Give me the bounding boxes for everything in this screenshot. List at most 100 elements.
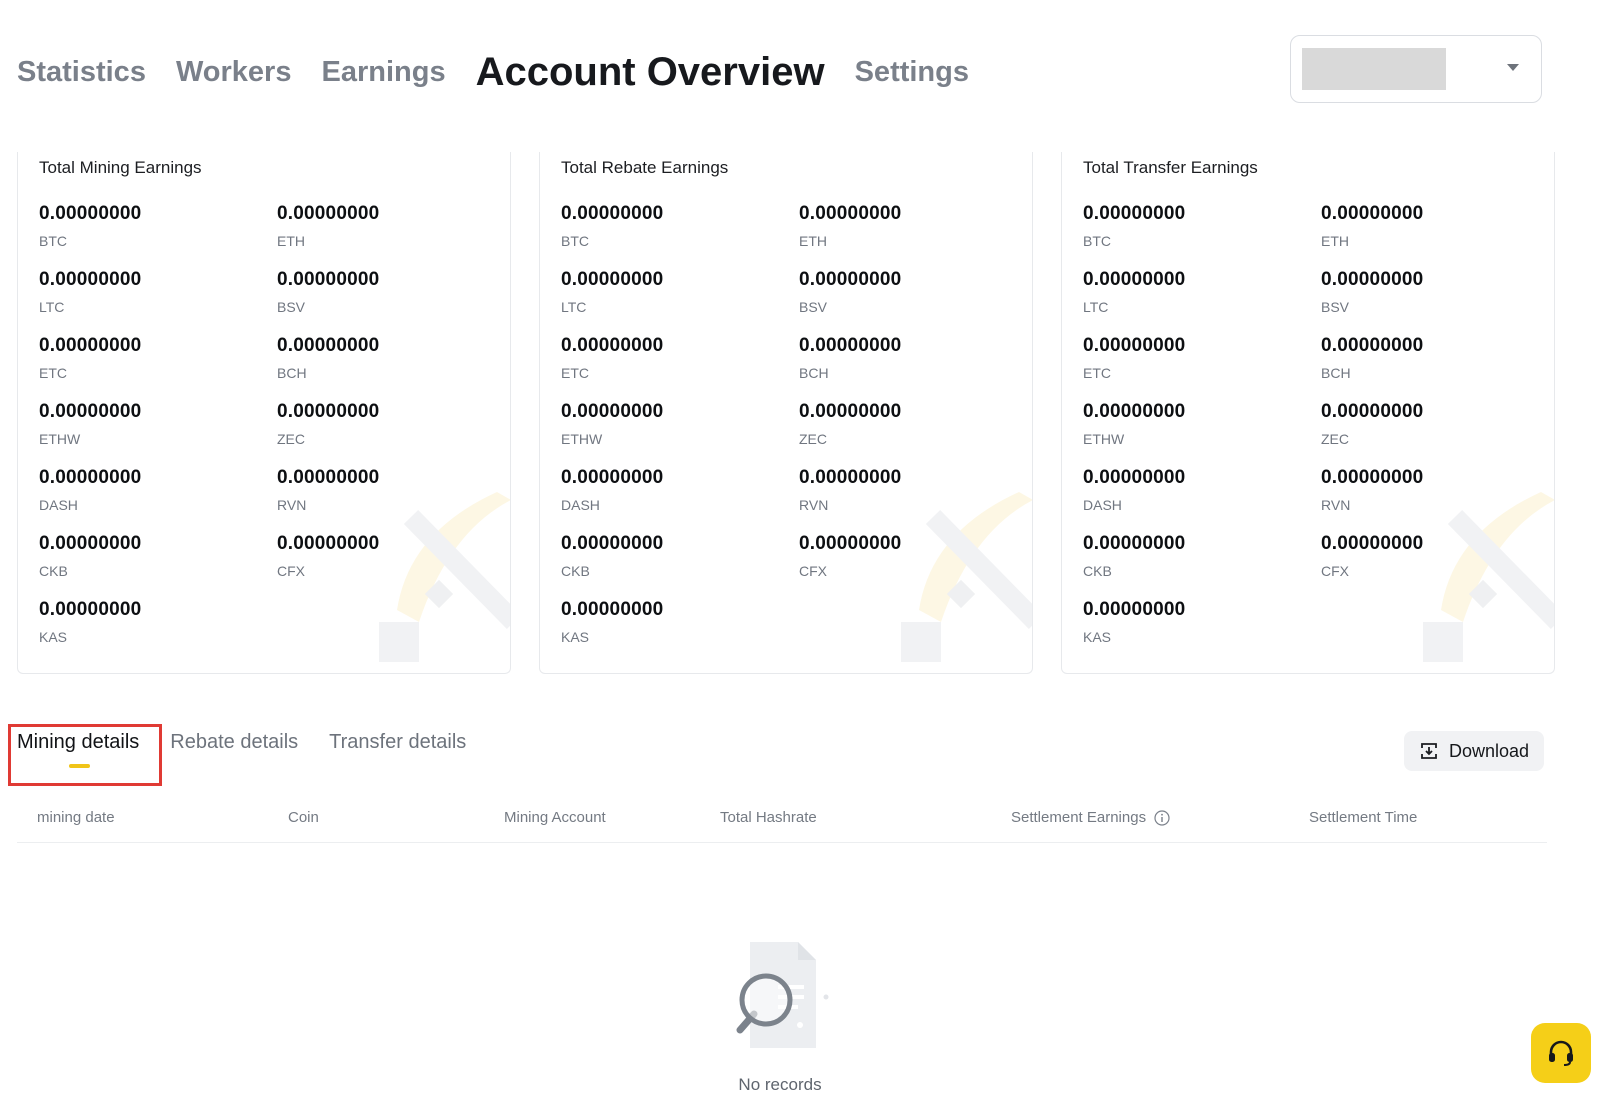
- coin-symbol: CKB: [561, 563, 590, 579]
- coin-amount: 0.00000000: [277, 335, 380, 356]
- no-records-icon: [736, 942, 829, 1048]
- top-nav: Statistics Workers Earnings Account Over…: [17, 44, 969, 100]
- coin-amount: 0.00000000: [799, 335, 902, 356]
- headset-icon: [1549, 1040, 1573, 1066]
- coin-amount: 0.00000000: [561, 599, 664, 620]
- coin-amount: 0.00000000: [1083, 335, 1186, 356]
- coin-amount: 0.00000000: [277, 401, 380, 422]
- coin-amount: 0.00000000: [1083, 533, 1186, 554]
- card-title: Total Mining Earnings: [39, 158, 202, 177]
- coin-balance-btc: 0.00000000 BTC: [39, 202, 277, 268]
- tab-earnings[interactable]: Earnings: [321, 56, 445, 89]
- empty-state-text: No records: [738, 1075, 822, 1094]
- coin-balance-bsv: 0.00000000 BSV: [799, 268, 1021, 334]
- coin-balance-etc: 0.00000000 ETC: [561, 334, 799, 400]
- pickaxe-watermark-icon: [1423, 492, 1554, 662]
- download-button[interactable]: Download: [1404, 731, 1544, 771]
- coin-balance-zec: 0.00000000 ZEC: [277, 400, 499, 466]
- coin-amount: 0.00000000: [39, 401, 142, 422]
- coin-balance-bch: 0.00000000 BCH: [1321, 334, 1543, 400]
- support-button[interactable]: [1531, 1023, 1591, 1083]
- coin-balance-ckb: 0.00000000 CKB: [561, 532, 799, 598]
- coin-balance-eth: 0.00000000 ETH: [1321, 202, 1543, 268]
- coin-balance-kas: 0.00000000 KAS: [1083, 598, 1321, 664]
- coin-symbol: ZEC: [277, 431, 305, 447]
- coin-balance-btc: 0.00000000 BTC: [561, 202, 799, 268]
- card-total-rebate-earnings: Total Rebate Earnings 0.00000000 BTC 0.0000…: [539, 152, 1033, 674]
- coin-symbol: CKB: [1083, 563, 1112, 579]
- table-header: mining date Coin Mining Account Total Ha…: [17, 806, 1547, 843]
- coin-balance-ethw: 0.00000000 ETHW: [561, 400, 799, 466]
- coin-amount: 0.00000000: [799, 401, 902, 422]
- coin-amount: 0.00000000: [1083, 467, 1186, 488]
- coin-amount: 0.00000000: [799, 203, 902, 224]
- coin-balance-etc: 0.00000000 ETC: [1083, 334, 1321, 400]
- coin-balance-kas: 0.00000000 KAS: [39, 598, 277, 664]
- coin-balance-ethw: 0.00000000 ETHW: [1083, 400, 1321, 466]
- card-total-transfer-earnings: Total Transfer Earnings 0.00000000 BTC 0.00…: [1061, 152, 1555, 674]
- coin-symbol: LTC: [39, 299, 65, 315]
- coin-amount: 0.00000000: [39, 335, 142, 356]
- coin-symbol: DASH: [39, 497, 78, 513]
- coin-balance-ltc: 0.00000000 LTC: [1083, 268, 1321, 334]
- coin-amount: 0.00000000: [1321, 467, 1424, 488]
- coin-balance-zec: 0.00000000 ZEC: [1321, 400, 1543, 466]
- download-icon: [1421, 743, 1437, 759]
- coin-symbol: BCH: [277, 365, 307, 381]
- coin-amount: 0.00000000: [277, 269, 380, 290]
- account-name-redacted: [1302, 48, 1446, 90]
- coin-amount: 0.00000000: [39, 533, 142, 554]
- coin-symbol: ETH: [277, 233, 305, 249]
- tab-settings[interactable]: Settings: [855, 56, 969, 89]
- coin-symbol: BTC: [1083, 233, 1111, 249]
- card-title: Total Transfer Earnings: [1083, 158, 1258, 177]
- coin-symbol: KAS: [561, 629, 590, 645]
- card-total-mining-earnings: Total Mining Earnings 0.00000000 BTC 0.0000…: [17, 152, 511, 674]
- coin-symbol: BTC: [561, 233, 589, 249]
- coin-amount: 0.00000000: [561, 269, 664, 290]
- tab-account-overview[interactable]: Account Overview: [476, 50, 825, 95]
- col-settlement-earnings[interactable]: Settlement Earnings: [1011, 809, 1170, 826]
- coin-balance-ckb: 0.00000000 CKB: [1083, 532, 1321, 598]
- chevron-down-icon: [1507, 64, 1519, 71]
- card-title: Total Rebate Earnings: [561, 158, 729, 177]
- coin-balance-ltc: 0.00000000 LTC: [39, 268, 277, 334]
- coin-amount: 0.00000000: [277, 467, 380, 488]
- coin-amount: 0.00000000: [39, 269, 142, 290]
- coin-symbol: ETC: [39, 365, 67, 381]
- coin-balance-dash: 0.00000000 DASH: [561, 466, 799, 532]
- coin-balance-btc: 0.00000000 BTC: [1083, 202, 1321, 268]
- tab-rebate-details[interactable]: Rebate details: [170, 730, 298, 754]
- coin-amount: 0.00000000: [39, 467, 142, 488]
- coin-amount: 0.00000000: [1083, 203, 1186, 224]
- coin-balance-ckb: 0.00000000 CKB: [39, 532, 277, 598]
- col-coin[interactable]: Coin: [288, 809, 319, 826]
- tab-statistics[interactable]: Statistics: [17, 56, 146, 89]
- tab-workers[interactable]: Workers: [176, 56, 292, 89]
- coin-balance-zec: 0.00000000 ZEC: [799, 400, 1021, 466]
- info-icon[interactable]: [1154, 809, 1170, 826]
- download-label: Download: [1448, 740, 1530, 761]
- coin-balance-ltc: 0.00000000 LTC: [561, 268, 799, 334]
- coin-symbol: BSV: [277, 299, 306, 315]
- coin-amount: 0.00000000: [1083, 401, 1186, 422]
- col-mining-date[interactable]: mining date: [37, 809, 115, 826]
- coin-balance-bch: 0.00000000 BCH: [277, 334, 499, 400]
- coin-symbol: BCH: [1321, 365, 1351, 381]
- coin-symbol: CKB: [39, 563, 68, 579]
- coin-symbol: ETH: [799, 233, 827, 249]
- coin-symbol: DASH: [1083, 497, 1122, 513]
- coin-amount: 0.00000000: [39, 203, 142, 224]
- account-select[interactable]: [1290, 35, 1542, 103]
- coin-symbol: LTC: [1083, 299, 1109, 315]
- coin-symbol: ETH: [1321, 233, 1349, 249]
- tab-transfer-details[interactable]: Transfer details: [329, 730, 466, 754]
- col-settlement-time[interactable]: Settlement Time: [1309, 809, 1417, 826]
- col-mining-account[interactable]: Mining Account: [504, 809, 606, 826]
- coin-balance-kas: 0.00000000 KAS: [561, 598, 799, 664]
- coin-balance-etc: 0.00000000 ETC: [39, 334, 277, 400]
- coin-balance-eth: 0.00000000 ETH: [799, 202, 1021, 268]
- coin-amount: 0.00000000: [561, 533, 664, 554]
- coin-amount: 0.00000000: [39, 599, 142, 620]
- col-total-hashrate[interactable]: Total Hashrate: [720, 809, 817, 826]
